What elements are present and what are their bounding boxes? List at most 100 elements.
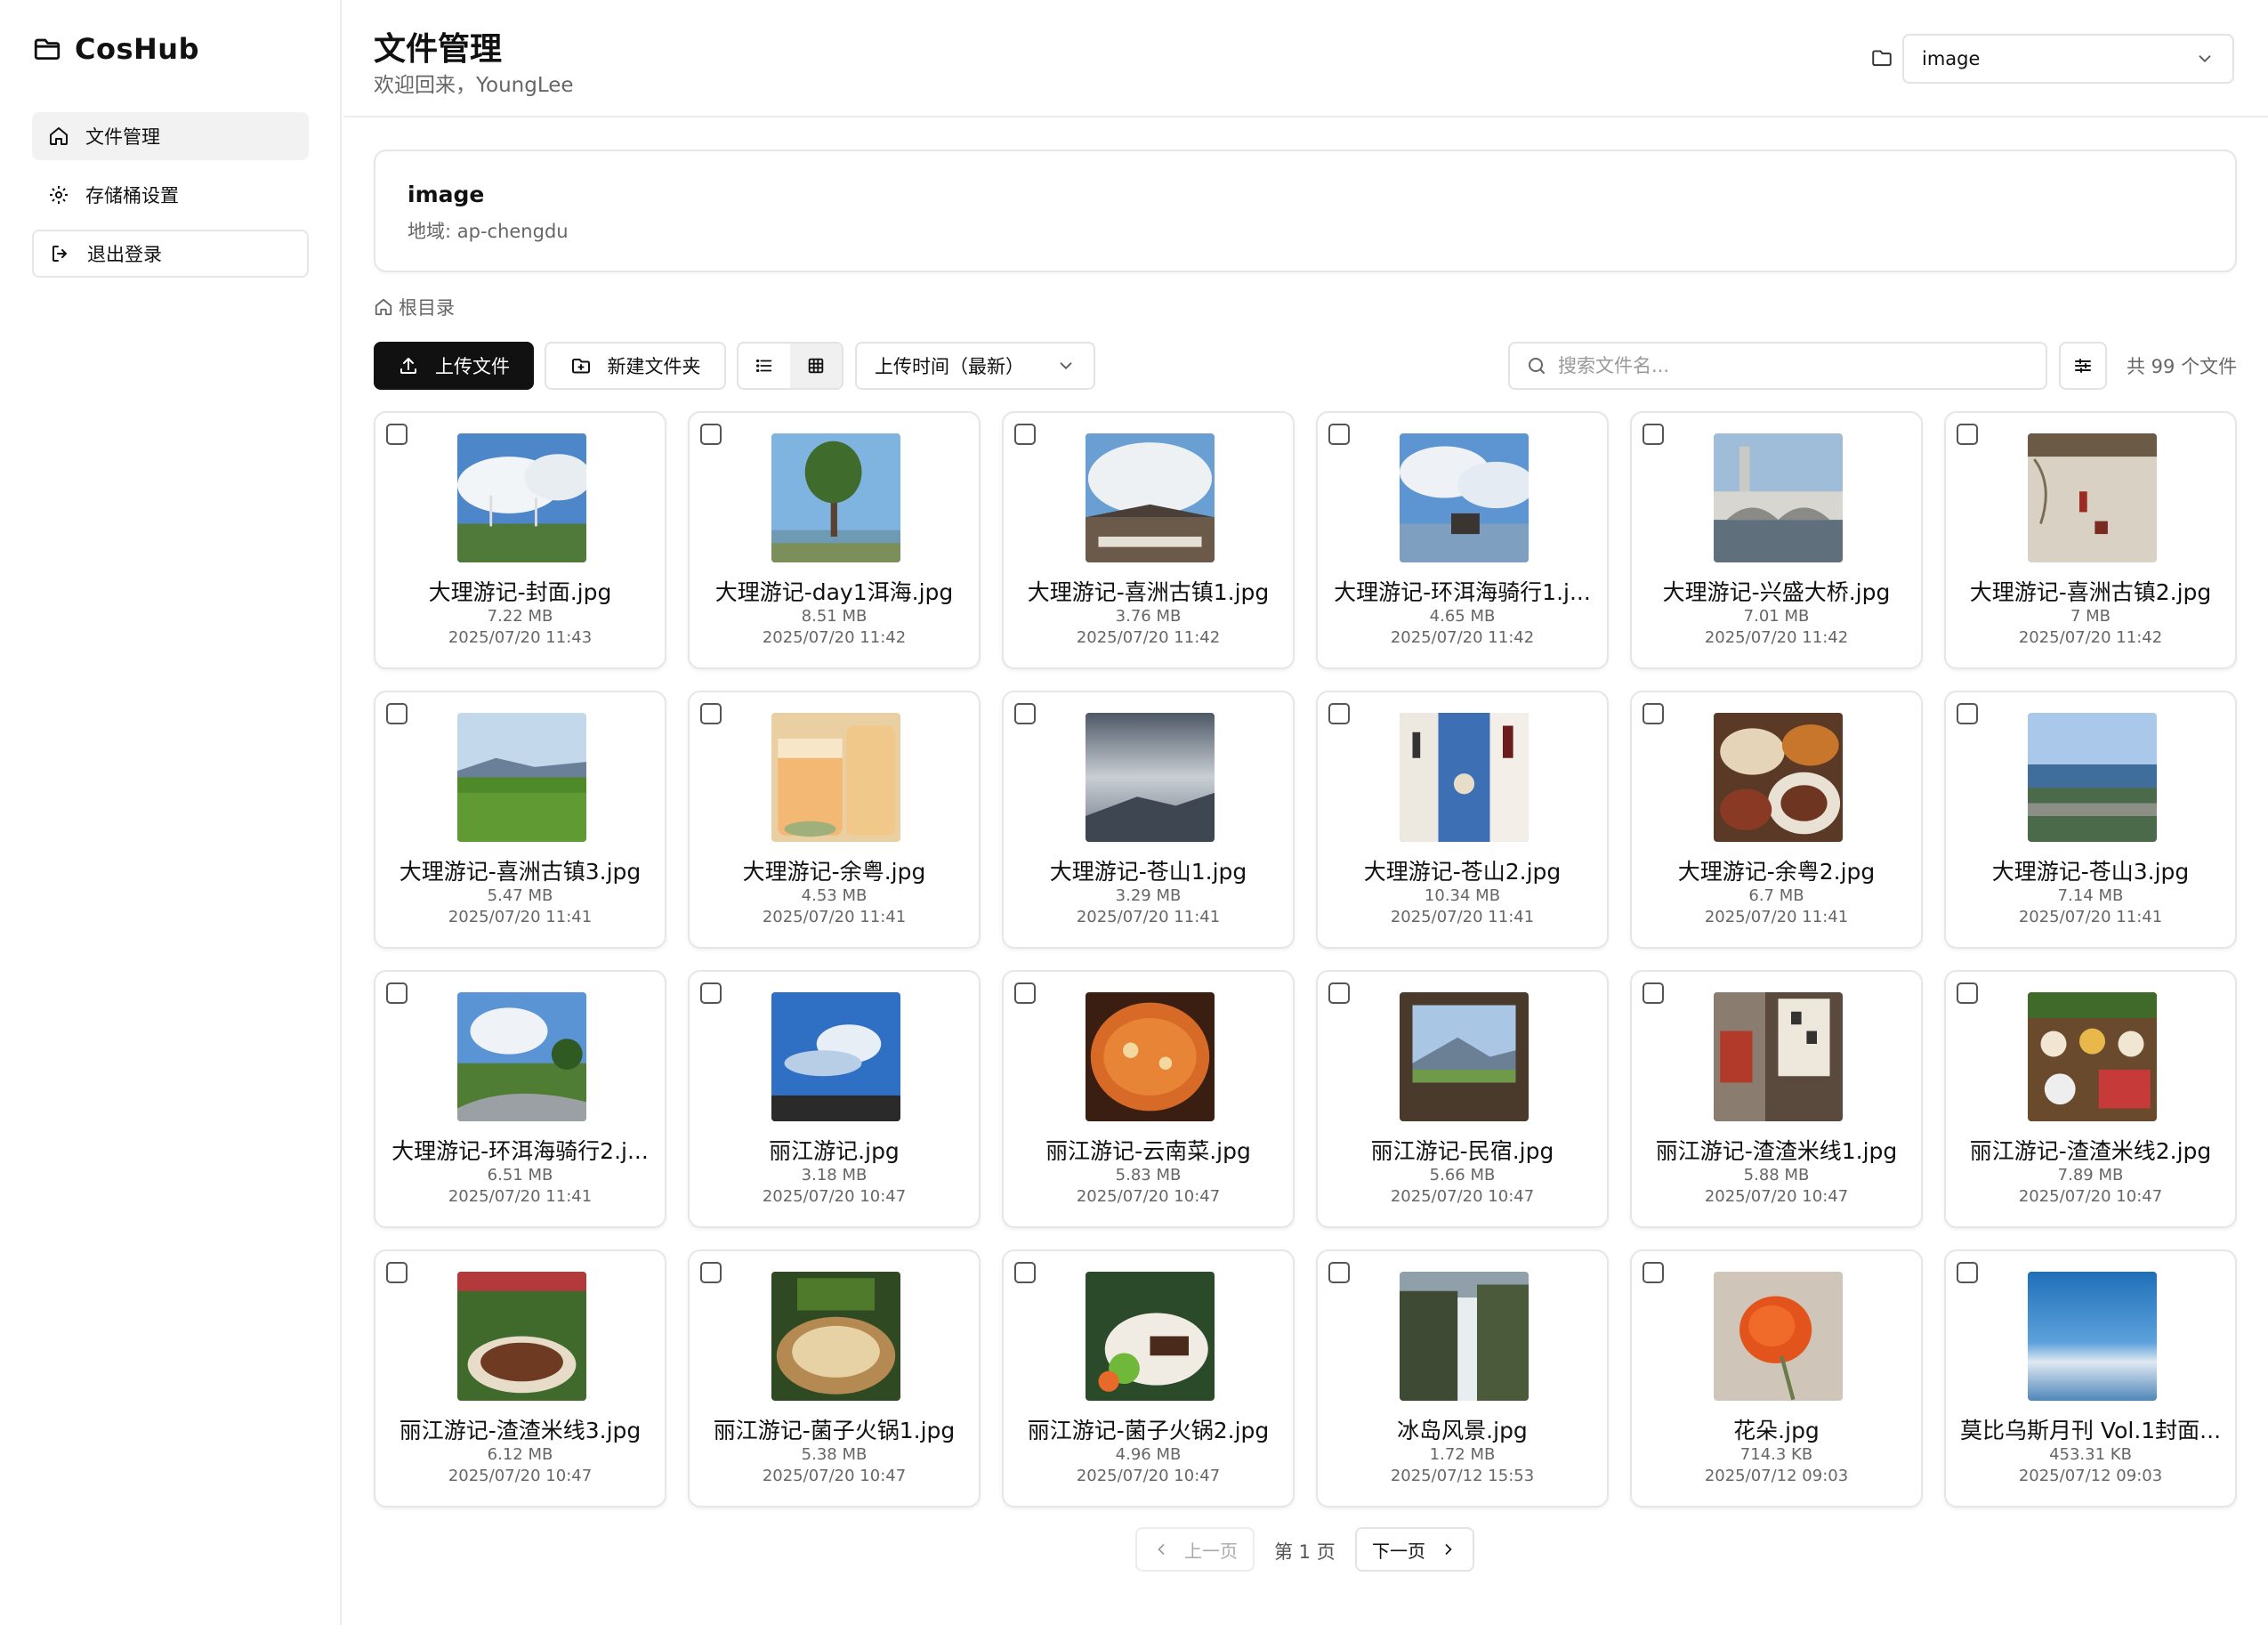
file-checkbox[interactable] <box>1328 982 1350 1004</box>
file-card[interactable]: 大理游记-环洱海骑行1.j... 4.65 MB 2025/07/20 11:4… <box>1316 411 1609 669</box>
folder-plus-icon <box>571 359 590 374</box>
file-name: 大理游记-day1洱海.jpg <box>714 579 954 605</box>
file-size: 10.34 MB <box>1424 886 1501 905</box>
file-card[interactable]: 大理游记-苍山1.jpg 3.29 MB 2025/07/20 11:41 <box>1002 691 1295 949</box>
view-toggle <box>737 342 843 390</box>
file-card[interactable]: 丽江游记-民宿.jpg 5.66 MB 2025/07/20 10:47 <box>1316 970 1609 1228</box>
file-size: 3.29 MB <box>1115 886 1182 905</box>
file-thumbnail <box>2028 1272 2157 1401</box>
file-card[interactable]: 莫比乌斯月刊 Vol.1封面... 453.31 KB 2025/07/12 0… <box>1944 1249 2237 1508</box>
file-date: 2025/07/20 11:41 <box>1390 908 1535 926</box>
file-name: 大理游记-余粤.jpg <box>742 859 926 885</box>
file-checkbox[interactable] <box>1014 982 1036 1004</box>
chevron-down-icon <box>1060 362 1072 370</box>
search-box <box>1508 342 2047 390</box>
file-checkbox[interactable] <box>700 1262 722 1283</box>
sidebar-item-bucket-settings[interactable]: 存储桶设置 <box>32 171 309 219</box>
file-card[interactable]: 花朵.jpg 714.3 KB 2025/07/12 09:03 <box>1630 1249 1923 1508</box>
sidebar-nav: 文件管理 存储桶设置 退出登录 <box>32 112 309 288</box>
file-checkbox[interactable] <box>700 703 722 724</box>
app-name: CosHub <box>75 32 199 66</box>
upload-button[interactable]: 上传文件 <box>374 342 534 390</box>
file-checkbox[interactable] <box>1328 1262 1350 1283</box>
file-checkbox[interactable] <box>1642 703 1664 724</box>
file-date: 2025/07/20 10:47 <box>1390 1187 1535 1206</box>
file-checkbox[interactable] <box>1642 982 1664 1004</box>
file-thumbnail <box>457 1272 586 1401</box>
prev-page-button[interactable]: 上一页 <box>1135 1527 1255 1572</box>
file-checkbox[interactable] <box>700 424 722 445</box>
list-view-button[interactable] <box>739 344 790 388</box>
app-logo[interactable]: CosHub <box>32 32 199 66</box>
logout-button[interactable]: 退出登录 <box>32 230 309 278</box>
file-date: 2025/07/20 11:42 <box>1076 628 1221 647</box>
file-date: 2025/07/20 11:43 <box>448 628 593 647</box>
file-checkbox[interactable] <box>386 424 408 445</box>
file-card[interactable]: 大理游记-兴盛大桥.jpg 7.01 MB 2025/07/20 11:42 <box>1630 411 1923 669</box>
file-card[interactable]: 丽江游记-渣渣米线1.jpg 5.88 MB 2025/07/20 10:47 <box>1630 970 1923 1228</box>
breadcrumb[interactable]: 根目录 <box>374 294 455 320</box>
file-checkbox[interactable] <box>386 982 408 1004</box>
file-card[interactable]: 丽江游记-菌子火锅1.jpg 5.38 MB 2025/07/20 10:47 <box>688 1249 981 1508</box>
file-card[interactable]: 大理游记-环洱海骑行2.j... 6.51 MB 2025/07/20 11:4… <box>374 970 666 1228</box>
bucket-name: image <box>408 182 485 207</box>
file-checkbox[interactable] <box>700 982 722 1004</box>
file-checkbox[interactable] <box>1957 703 1978 724</box>
new-folder-button[interactable]: 新建文件夹 <box>545 342 726 390</box>
sidebar-item-files[interactable]: 文件管理 <box>32 112 309 160</box>
file-date: 2025/07/20 11:42 <box>2018 628 2163 647</box>
file-thumbnail <box>1714 713 1843 842</box>
file-checkbox[interactable] <box>1328 703 1350 724</box>
file-name: 丽江游记-菌子火锅1.jpg <box>713 1418 956 1443</box>
file-thumbnail <box>1400 713 1529 842</box>
file-date: 2025/07/12 09:03 <box>1704 1467 1849 1485</box>
file-card[interactable]: 大理游记-day1洱海.jpg 8.51 MB 2025/07/20 11:42 <box>688 411 981 669</box>
file-checkbox[interactable] <box>1957 1262 1978 1283</box>
file-card[interactable]: 大理游记-喜洲古镇1.jpg 3.76 MB 2025/07/20 11:42 <box>1002 411 1295 669</box>
breadcrumb-root[interactable]: 根目录 <box>399 294 455 320</box>
file-thumbnail <box>771 1272 900 1401</box>
file-card[interactable]: 丽江游记-云南菜.jpg 5.83 MB 2025/07/20 10:47 <box>1002 970 1295 1228</box>
file-name: 大理游记-苍山3.jpg <box>1991 859 2190 885</box>
file-card[interactable]: 大理游记-苍山3.jpg 7.14 MB 2025/07/20 11:41 <box>1944 691 2237 949</box>
file-checkbox[interactable] <box>1642 1262 1664 1283</box>
file-name: 丽江游记.jpg <box>769 1138 900 1164</box>
file-date: 2025/07/20 10:47 <box>1076 1187 1221 1206</box>
file-size: 7.01 MB <box>1743 607 1810 626</box>
sidebar-item-label: 文件管理 <box>85 126 160 148</box>
file-card[interactable]: 丽江游记.jpg 3.18 MB 2025/07/20 10:47 <box>688 970 981 1228</box>
file-thumbnail <box>1086 1272 1215 1401</box>
file-card[interactable]: 大理游记-余粤2.jpg 6.7 MB 2025/07/20 11:41 <box>1630 691 1923 949</box>
file-card[interactable]: 大理游记-喜洲古镇3.jpg 5.47 MB 2025/07/20 11:41 <box>374 691 666 949</box>
search-input[interactable] <box>1558 355 2021 376</box>
file-card[interactable]: 丽江游记-渣渣米线2.jpg 7.89 MB 2025/07/20 10:47 <box>1944 970 2237 1228</box>
bucket-info-card: image 地域: ap-chengdu <box>374 150 2237 272</box>
logout-icon <box>52 246 67 262</box>
chevron-right-icon <box>1445 1544 1452 1555</box>
file-checkbox[interactable] <box>1957 982 1978 1004</box>
next-page-button[interactable]: 下一页 <box>1355 1527 1474 1572</box>
file-card[interactable]: 大理游记-封面.jpg 7.22 MB 2025/07/20 11:43 <box>374 411 666 669</box>
file-card[interactable]: 大理游记-苍山2.jpg 10.34 MB 2025/07/20 11:41 <box>1316 691 1609 949</box>
file-checkbox[interactable] <box>1014 703 1036 724</box>
file-checkbox[interactable] <box>1014 1262 1036 1283</box>
file-card[interactable]: 大理游记-余粤.jpg 4.53 MB 2025/07/20 11:41 <box>688 691 981 949</box>
file-card[interactable]: 冰岛风景.jpg 1.72 MB 2025/07/12 15:53 <box>1316 1249 1609 1508</box>
file-checkbox[interactable] <box>1957 424 1978 445</box>
file-checkbox[interactable] <box>386 703 408 724</box>
file-name: 丽江游记-民宿.jpg <box>1370 1138 1554 1164</box>
grid-view-button[interactable] <box>790 344 842 388</box>
chevron-down-icon <box>2199 55 2211 63</box>
file-card[interactable]: 丽江游记-菌子火锅2.jpg 4.96 MB 2025/07/20 10:47 <box>1002 1249 1295 1508</box>
file-card[interactable]: 丽江游记-渣渣米线3.jpg 6.12 MB 2025/07/20 10:47 <box>374 1249 666 1508</box>
sort-select[interactable]: 上传时间（最新） <box>855 342 1095 390</box>
filter-button[interactable] <box>2059 342 2107 390</box>
file-checkbox[interactable] <box>1014 424 1036 445</box>
bucket-select[interactable]: image <box>1902 34 2234 84</box>
file-checkbox[interactable] <box>386 1262 408 1283</box>
file-checkbox[interactable] <box>1328 424 1350 445</box>
file-size: 4.65 MB <box>1429 607 1496 626</box>
file-card[interactable]: 大理游记-喜洲古镇2.jpg 7 MB 2025/07/20 11:42 <box>1944 411 2237 669</box>
file-checkbox[interactable] <box>1642 424 1664 445</box>
file-thumbnail <box>2028 433 2157 562</box>
